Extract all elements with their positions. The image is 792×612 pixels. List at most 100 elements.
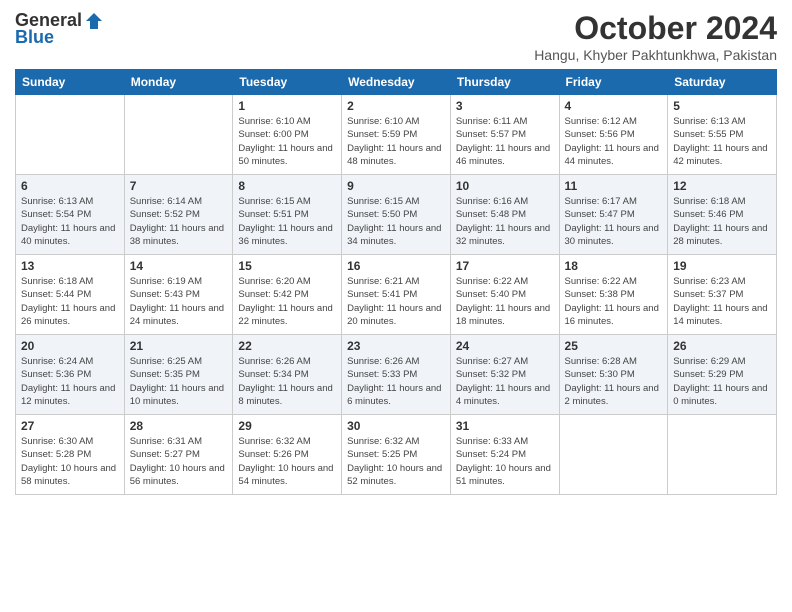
day-number: 20 <box>21 339 119 353</box>
day-info: Sunrise: 6:28 AM Sunset: 5:30 PM Dayligh… <box>565 355 663 408</box>
calendar: Sunday Monday Tuesday Wednesday Thursday… <box>15 69 777 495</box>
day-info: Sunrise: 6:19 AM Sunset: 5:43 PM Dayligh… <box>130 275 228 328</box>
day-number: 19 <box>673 259 771 273</box>
calendar-cell <box>559 415 668 495</box>
day-info: Sunrise: 6:32 AM Sunset: 5:26 PM Dayligh… <box>238 435 336 488</box>
calendar-week-3: 20 Sunrise: 6:24 AM Sunset: 5:36 PM Dayli… <box>16 335 777 415</box>
day-number: 16 <box>347 259 445 273</box>
day-number: 25 <box>565 339 663 353</box>
day-info: Sunrise: 6:24 AM Sunset: 5:36 PM Dayligh… <box>21 355 119 408</box>
day-number: 31 <box>456 419 554 433</box>
calendar-cell: 26Sunrise: 6:29 AM Sunset: 5:29 PM Dayli… <box>668 335 777 415</box>
day-number: 7 <box>130 179 228 193</box>
day-info: Sunrise: 6:32 AM Sunset: 5:25 PM Dayligh… <box>347 435 445 488</box>
day-number: 5 <box>673 99 771 113</box>
calendar-cell: 3Sunrise: 6:11 AM Sunset: 5:57 PM Daylig… <box>450 95 559 175</box>
day-info: Sunrise: 6:31 AM Sunset: 5:27 PM Dayligh… <box>130 435 228 488</box>
day-info: Sunrise: 6:12 AM Sunset: 5:56 PM Dayligh… <box>565 115 663 168</box>
location: Hangu, Khyber Pakhtunkhwa, Pakistan <box>534 47 777 63</box>
day-info: Sunrise: 6:18 AM Sunset: 5:46 PM Dayligh… <box>673 195 771 248</box>
day-number: 27 <box>21 419 119 433</box>
day-info: Sunrise: 6:29 AM Sunset: 5:29 PM Dayligh… <box>673 355 771 408</box>
calendar-cell: 7 Sunrise: 6:14 AM Sunset: 5:52 PM Daylig… <box>124 175 233 255</box>
day-info: Sunrise: 6:10 AM Sunset: 5:59 PM Dayligh… <box>347 115 445 168</box>
day-info: Sunrise: 6:26 AM Sunset: 5:34 PM Dayligh… <box>238 355 336 408</box>
calendar-body: 1Sunrise: 6:10 AM Sunset: 6:00 PM Daylig… <box>16 95 777 495</box>
day-info: Sunrise: 6:13 AM Sunset: 5:55 PM Dayligh… <box>673 115 771 168</box>
day-number: 10 <box>456 179 554 193</box>
day-info: Sunrise: 6:30 AM Sunset: 5:28 PM Dayligh… <box>21 435 119 488</box>
calendar-week-2: 13 Sunrise: 6:18 AM Sunset: 5:44 PM Dayli… <box>16 255 777 335</box>
calendar-cell: 23 Sunrise: 6:26 AM Sunset: 5:33 PM Dayli… <box>342 335 451 415</box>
day-info: Sunrise: 6:22 AM Sunset: 5:38 PM Dayligh… <box>565 275 663 328</box>
calendar-cell: 11Sunrise: 6:17 AM Sunset: 5:47 PM Dayli… <box>559 175 668 255</box>
header-thursday: Thursday <box>450 70 559 95</box>
day-number: 6 <box>21 179 119 193</box>
header-saturday: Saturday <box>668 70 777 95</box>
day-number: 11 <box>565 179 663 193</box>
calendar-week-4: 27 Sunrise: 6:30 AM Sunset: 5:28 PM Dayli… <box>16 415 777 495</box>
header: General Blue October 2024 Hangu, Khyber … <box>15 10 777 63</box>
page: General Blue October 2024 Hangu, Khyber … <box>0 0 792 612</box>
calendar-cell: 14Sunrise: 6:19 AM Sunset: 5:43 PM Dayli… <box>124 255 233 335</box>
day-info: Sunrise: 6:15 AM Sunset: 5:51 PM Dayligh… <box>238 195 336 248</box>
day-info: Sunrise: 6:11 AM Sunset: 5:57 PM Dayligh… <box>456 115 554 168</box>
calendar-cell: 10 Sunrise: 6:16 AM Sunset: 5:48 PM Dayli… <box>450 175 559 255</box>
header-tuesday: Tuesday <box>233 70 342 95</box>
day-info: Sunrise: 6:13 AM Sunset: 5:54 PM Dayligh… <box>21 195 119 248</box>
calendar-cell: 5 Sunrise: 6:13 AM Sunset: 5:55 PM Daylig… <box>668 95 777 175</box>
day-number: 21 <box>130 339 228 353</box>
calendar-cell: 25 Sunrise: 6:28 AM Sunset: 5:30 PM Dayli… <box>559 335 668 415</box>
calendar-cell: 1Sunrise: 6:10 AM Sunset: 6:00 PM Daylig… <box>233 95 342 175</box>
day-number: 4 <box>565 99 663 113</box>
calendar-cell <box>668 415 777 495</box>
day-number: 24 <box>456 339 554 353</box>
calendar-cell: 6 Sunrise: 6:13 AM Sunset: 5:54 PM Daylig… <box>16 175 125 255</box>
day-info: Sunrise: 6:23 AM Sunset: 5:37 PM Dayligh… <box>673 275 771 328</box>
calendar-cell: 19 Sunrise: 6:23 AM Sunset: 5:37 PM Dayli… <box>668 255 777 335</box>
day-number: 2 <box>347 99 445 113</box>
day-number: 1 <box>238 99 336 113</box>
calendar-cell: 13 Sunrise: 6:18 AM Sunset: 5:44 PM Dayli… <box>16 255 125 335</box>
day-info: Sunrise: 6:27 AM Sunset: 5:32 PM Dayligh… <box>456 355 554 408</box>
day-info: Sunrise: 6:16 AM Sunset: 5:48 PM Dayligh… <box>456 195 554 248</box>
day-info: Sunrise: 6:18 AM Sunset: 5:44 PM Dayligh… <box>21 275 119 328</box>
header-row: Sunday Monday Tuesday Wednesday Thursday… <box>16 70 777 95</box>
calendar-cell: 30 Sunrise: 6:32 AM Sunset: 5:25 PM Dayli… <box>342 415 451 495</box>
calendar-cell: 15 Sunrise: 6:20 AM Sunset: 5:42 PM Dayli… <box>233 255 342 335</box>
calendar-cell: 2 Sunrise: 6:10 AM Sunset: 5:59 PM Daylig… <box>342 95 451 175</box>
calendar-cell <box>124 95 233 175</box>
calendar-cell: 27 Sunrise: 6:30 AM Sunset: 5:28 PM Dayli… <box>16 415 125 495</box>
calendar-cell: 8 Sunrise: 6:15 AM Sunset: 5:51 PM Daylig… <box>233 175 342 255</box>
day-info: Sunrise: 6:20 AM Sunset: 5:42 PM Dayligh… <box>238 275 336 328</box>
day-info: Sunrise: 6:14 AM Sunset: 5:52 PM Dayligh… <box>130 195 228 248</box>
calendar-cell: 24 Sunrise: 6:27 AM Sunset: 5:32 PM Dayli… <box>450 335 559 415</box>
calendar-cell: 20 Sunrise: 6:24 AM Sunset: 5:36 PM Dayli… <box>16 335 125 415</box>
calendar-cell: 28 Sunrise: 6:31 AM Sunset: 5:27 PM Dayli… <box>124 415 233 495</box>
day-number: 28 <box>130 419 228 433</box>
header-monday: Monday <box>124 70 233 95</box>
calendar-cell <box>16 95 125 175</box>
day-info: Sunrise: 6:33 AM Sunset: 5:24 PM Dayligh… <box>456 435 554 488</box>
day-info: Sunrise: 6:26 AM Sunset: 5:33 PM Dayligh… <box>347 355 445 408</box>
calendar-cell: 16 Sunrise: 6:21 AM Sunset: 5:41 PM Dayli… <box>342 255 451 335</box>
day-number: 9 <box>347 179 445 193</box>
day-number: 29 <box>238 419 336 433</box>
day-number: 17 <box>456 259 554 273</box>
day-number: 15 <box>238 259 336 273</box>
calendar-cell: 17 Sunrise: 6:22 AM Sunset: 5:40 PM Dayli… <box>450 255 559 335</box>
day-info: Sunrise: 6:21 AM Sunset: 5:41 PM Dayligh… <box>347 275 445 328</box>
day-number: 30 <box>347 419 445 433</box>
day-number: 23 <box>347 339 445 353</box>
day-number: 8 <box>238 179 336 193</box>
calendar-cell: 22Sunrise: 6:26 AM Sunset: 5:34 PM Dayli… <box>233 335 342 415</box>
header-friday: Friday <box>559 70 668 95</box>
calendar-cell: 29 Sunrise: 6:32 AM Sunset: 5:26 PM Dayli… <box>233 415 342 495</box>
day-number: 13 <box>21 259 119 273</box>
calendar-cell: 18Sunrise: 6:22 AM Sunset: 5:38 PM Dayli… <box>559 255 668 335</box>
day-number: 12 <box>673 179 771 193</box>
month-title: October 2024 <box>534 10 777 47</box>
day-info: Sunrise: 6:22 AM Sunset: 5:40 PM Dayligh… <box>456 275 554 328</box>
logo-icon <box>84 11 104 31</box>
logo-blue: Blue <box>15 27 54 48</box>
